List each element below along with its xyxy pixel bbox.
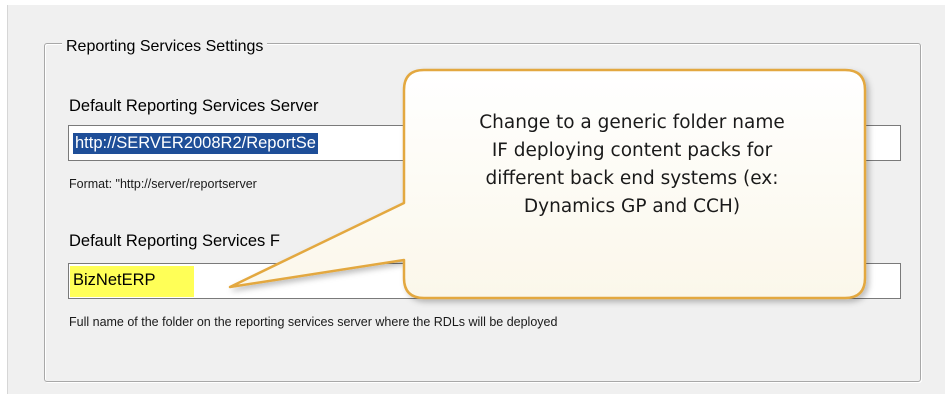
group-title: Reporting Services Settings — [62, 37, 268, 57]
folder-name-input[interactable]: BizNetERP — [68, 263, 901, 299]
server-label: Default Reporting Services Server — [69, 97, 319, 115]
folder-name-value: BizNetERP — [70, 266, 194, 297]
folder-label: Default Reporting Services F — [69, 232, 280, 250]
server-format-hint: Format: "http://server/reportserver — [69, 177, 257, 191]
folder-hint: Full name of the folder on the reporting… — [69, 315, 558, 329]
server-url-value: http://SERVER2008R2/ReportSe — [73, 133, 318, 154]
callout-text: Change to a generic folder name IF deplo… — [479, 112, 785, 217]
